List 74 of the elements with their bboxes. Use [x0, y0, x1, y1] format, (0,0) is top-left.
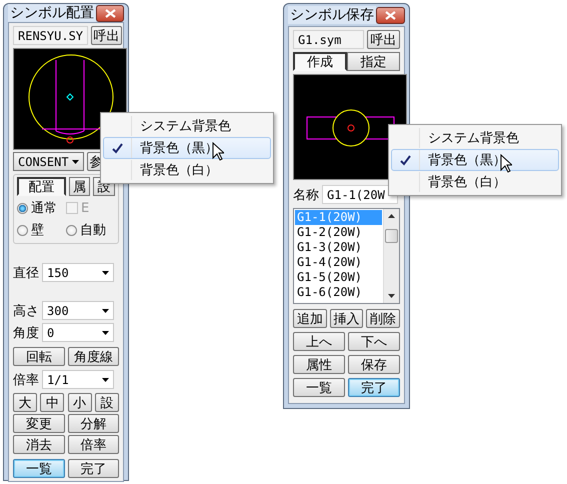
dropdown-arrow-icon [102, 308, 109, 312]
button[interactable]: 呼出 [367, 30, 400, 49]
name-field[interactable]: G1-1(20W [322, 185, 398, 204]
button[interactable]: 中 [40, 393, 64, 412]
button[interactable]: 変更 [13, 414, 64, 433]
field-label: 直径 [13, 264, 39, 282]
field-label: 名称 [293, 186, 319, 204]
scroll-up-icon[interactable] [388, 214, 395, 218]
tab[interactable]: 配置 [17, 177, 66, 196]
symbol-list[interactable]: G1-1(20W) G1-2(20W) G1-3(20W) G1-4(20W) G1-5(20W) G1-6(20W) [293, 208, 400, 304]
option-label: 自動 [80, 222, 106, 239]
height-dropdown[interactable]: 300 [42, 301, 114, 320]
option-label: 壁 [31, 222, 44, 239]
angle-dropdown[interactable]: 0 [42, 323, 114, 342]
close-button[interactable] [96, 4, 124, 22]
button[interactable]: 完了 [348, 378, 400, 397]
tab[interactable]: 作成 [293, 52, 347, 71]
symbol-dropdown[interactable]: CONSENT [13, 152, 84, 171]
tab[interactable]: 属 [68, 177, 90, 196]
button[interactable]: 呼出 [91, 26, 122, 45]
button[interactable]: 大 [13, 393, 37, 412]
button[interactable]: 分解 [68, 414, 119, 433]
button[interactable]: 角度線 [68, 347, 119, 366]
scale-dropdown[interactable]: 1/1 [42, 370, 114, 389]
button[interactable]: 一覧 [293, 378, 345, 397]
list-item[interactable]: G1-2(20W) [295, 225, 382, 240]
button[interactable]: 上へ [293, 332, 345, 351]
scrollbar[interactable] [383, 209, 399, 303]
button[interactable]: 消去 [13, 435, 64, 454]
list-item[interactable]: G1-5(20W) [295, 270, 382, 285]
field-label: 角度 [13, 324, 39, 342]
button[interactable]: 設 [94, 393, 119, 412]
scroll-down-icon[interactable] [388, 294, 395, 298]
menu-item[interactable]: 背景色（黒） [103, 137, 271, 159]
scrollbar-thumb[interactable] [385, 229, 398, 243]
button[interactable]: 追加 [293, 309, 327, 328]
dropdown-arrow-icon [102, 270, 109, 274]
option-label: 通常 [31, 200, 57, 217]
field-label: 高さ [13, 302, 39, 320]
close-icon [104, 8, 116, 18]
menu-item[interactable]: 背景色（黒） [391, 149, 559, 171]
option-label: E [81, 200, 90, 216]
button[interactable]: 挿入 [330, 309, 364, 328]
button[interactable]: 削除 [366, 309, 400, 328]
dropdown-arrow-icon [72, 160, 79, 164]
button[interactable]: 回転 [13, 347, 64, 366]
button[interactable]: 属性 [293, 355, 345, 374]
list-item[interactable]: G1-4(20W) [295, 255, 382, 270]
radio-button[interactable] [17, 202, 28, 214]
radio-button[interactable] [66, 224, 77, 236]
radio-button[interactable] [17, 224, 28, 236]
file-name-field[interactable]: G1.sym [293, 30, 364, 49]
button[interactable]: 一覧 [13, 459, 64, 478]
tab[interactable]: 指定 [346, 52, 400, 71]
button[interactable]: 保存 [348, 355, 400, 374]
dropdown-arrow-icon [102, 378, 109, 382]
file-name-field[interactable]: RENSYU.SY [13, 26, 88, 45]
dropdown-arrow-icon [102, 330, 109, 334]
field-label: 倍率 [13, 372, 39, 388]
button[interactable]: 完了 [68, 459, 119, 478]
close-icon [385, 10, 396, 20]
menu-item[interactable]: システム背景色 [103, 115, 271, 137]
close-button[interactable] [376, 6, 405, 24]
diameter-dropdown[interactable]: 150 [42, 263, 114, 282]
window-title: シンボル保存 [288, 6, 376, 24]
mouse-pointer-icon [500, 154, 512, 173]
button[interactable]: 下へ [348, 332, 400, 351]
menu-item[interactable]: システム背景色 [391, 127, 559, 149]
button[interactable]: 倍率 [68, 435, 119, 454]
list-item[interactable]: G1-3(20W) [295, 240, 382, 255]
list-item[interactable]: G1-6(20W) [295, 285, 382, 300]
window-title: シンボル配置 [8, 4, 96, 22]
mouse-pointer-icon [212, 142, 224, 161]
button[interactable]: 小 [68, 393, 92, 412]
